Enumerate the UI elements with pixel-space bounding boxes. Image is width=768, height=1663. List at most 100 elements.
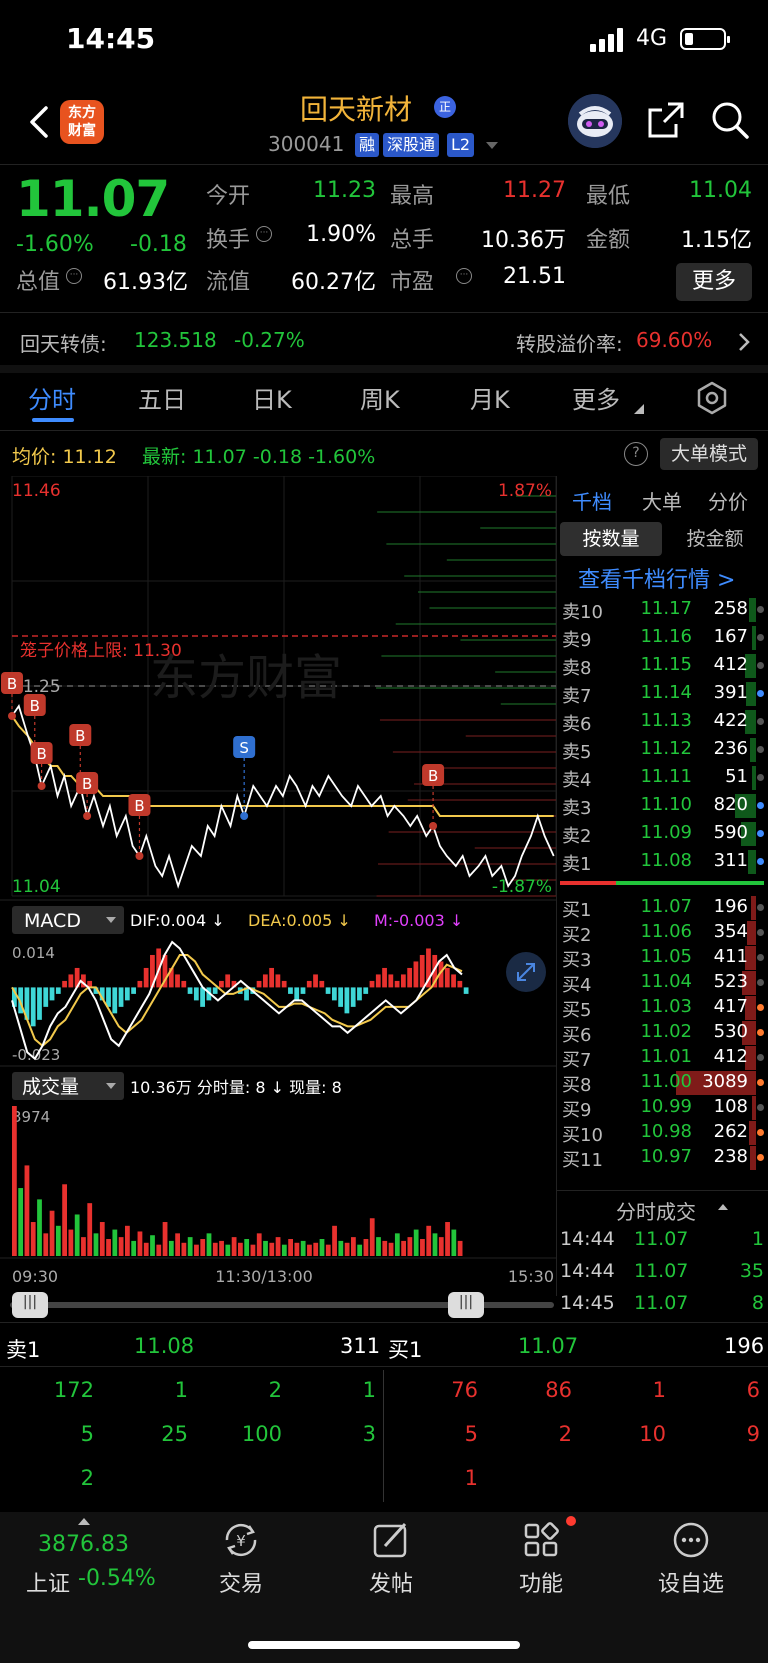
ask-row[interactable]: 卖6 11.13 422 bbox=[560, 708, 768, 736]
slider-handle-left[interactable] bbox=[12, 1292, 48, 1318]
nav-post[interactable]: 发帖 bbox=[336, 1518, 446, 1598]
back-button[interactable] bbox=[20, 100, 60, 144]
qty-bar bbox=[749, 598, 756, 622]
robot-assistant-icon[interactable] bbox=[568, 94, 622, 148]
info-dots-icon[interactable]: ··· bbox=[256, 226, 272, 242]
chevron-down-icon[interactable] bbox=[486, 142, 498, 149]
macd-hist-bar bbox=[300, 987, 306, 994]
zheng-badge: 正 bbox=[434, 96, 456, 118]
bid-row[interactable]: 买10 10.98 262 bbox=[560, 1119, 768, 1147]
macd-hist-bar bbox=[331, 987, 337, 1001]
bond-label[interactable]: 回天转债: bbox=[20, 328, 107, 357]
pct-axis-top: 1.87% bbox=[498, 481, 552, 501]
bid-row[interactable]: 买9 10.99 108 bbox=[560, 1094, 768, 1122]
level-qty: 412 bbox=[713, 654, 748, 675]
by-quantity-toggle[interactable]: 按数量 bbox=[560, 522, 662, 556]
index-change[interactable]: -0.54% bbox=[78, 1566, 156, 1591]
tab-depth-1000[interactable]: 千档 bbox=[572, 486, 612, 515]
share-icon[interactable] bbox=[646, 100, 686, 140]
index-name[interactable]: 上证 bbox=[26, 1566, 70, 1598]
gear-icon[interactable] bbox=[694, 380, 730, 416]
macd-hist-bar bbox=[256, 980, 262, 988]
ask-row[interactable]: 卖3 11.10 820 bbox=[560, 792, 768, 820]
ask-row[interactable]: 卖4 11.11 51 bbox=[560, 764, 768, 792]
tick-row: 14:45 11.07 8 bbox=[560, 1292, 764, 1322]
index-value[interactable]: 3876.83 bbox=[38, 1532, 129, 1557]
ask-row[interactable]: 卖10 11.17 258 bbox=[560, 596, 768, 624]
big-order-mode-button[interactable]: 大单模式 bbox=[660, 438, 758, 470]
volume-bar bbox=[238, 1242, 243, 1256]
volume-bar bbox=[407, 1237, 413, 1256]
level-qty: 590 bbox=[713, 822, 748, 843]
level-qty: 523 bbox=[713, 971, 748, 992]
nav-add-watchlist[interactable]: 设自选 bbox=[636, 1518, 746, 1598]
tab-daily-k[interactable]: 日K bbox=[252, 380, 292, 415]
bid-row[interactable]: 买11 10.97 238 bbox=[560, 1144, 768, 1172]
divider bbox=[0, 1322, 768, 1323]
bid-row[interactable]: 买3 11.05 411 bbox=[560, 944, 768, 972]
macd-hist-bar bbox=[413, 961, 419, 988]
quote-field-label: 最低 bbox=[586, 184, 631, 209]
view-depth-link[interactable]: 查看千档行情 > bbox=[578, 562, 735, 594]
tab-big-orders[interactable]: 大单 bbox=[642, 486, 682, 515]
volume-bar bbox=[351, 1237, 356, 1256]
search-icon[interactable] bbox=[710, 100, 750, 140]
bid-row[interactable]: 买1 11.07 196 bbox=[560, 894, 768, 922]
nav-trade[interactable]: ¥ 交易 bbox=[186, 1518, 296, 1598]
level-price: 11.15 bbox=[640, 654, 692, 675]
intraday-chart[interactable]: 笼子价格上限: 11.30东方财富11.46 1.87%11.2511.04 -1.… bbox=[0, 476, 556, 1306]
grid-icon bbox=[524, 1522, 559, 1557]
home-indicator[interactable] bbox=[248, 1641, 520, 1649]
level-qty: 354 bbox=[713, 921, 748, 942]
ask-row[interactable]: 卖5 11.12 236 bbox=[560, 736, 768, 764]
ask-row[interactable]: 卖7 11.14 391 bbox=[560, 680, 768, 708]
help-icon[interactable]: ? bbox=[624, 442, 648, 466]
stock-name[interactable]: 回天新材 bbox=[300, 88, 412, 128]
tab-intraday[interactable]: 分时 bbox=[28, 380, 76, 415]
tab-five-day[interactable]: 五日 bbox=[138, 380, 186, 415]
chevron-up-icon[interactable] bbox=[78, 1518, 90, 1525]
bid-row[interactable]: 买7 11.01 412 bbox=[560, 1044, 768, 1072]
bid-row[interactable]: 买5 11.03 417 bbox=[560, 994, 768, 1022]
chevron-right-icon[interactable] bbox=[736, 332, 752, 352]
level-price: 11.02 bbox=[640, 1021, 692, 1042]
more-button[interactable]: 更多 bbox=[676, 263, 752, 301]
bid-row[interactable]: 买8 11.00 3089 bbox=[560, 1069, 768, 1097]
level-label: 卖1 bbox=[562, 854, 592, 875]
volume-bar bbox=[338, 1240, 344, 1256]
tab-weekly-k[interactable]: 周K bbox=[360, 380, 400, 415]
level-dot bbox=[757, 1004, 764, 1011]
tick-trades-title[interactable]: 分时成交 bbox=[616, 1196, 696, 1225]
slider-handle-right[interactable] bbox=[448, 1292, 484, 1318]
level-qty: 258 bbox=[713, 598, 748, 619]
tab-price-distribution[interactable]: 分价 bbox=[708, 486, 748, 515]
ask-row[interactable]: 卖8 11.15 412 bbox=[560, 652, 768, 680]
level-label: 卖6 bbox=[562, 714, 592, 735]
macd-hist-bar bbox=[394, 980, 400, 988]
volume-bar bbox=[162, 1222, 168, 1256]
divider bbox=[556, 476, 557, 1296]
volume-bar bbox=[281, 1244, 287, 1256]
quote-field-label: 今开 bbox=[206, 184, 251, 209]
tab-monthly-k[interactable]: 月K bbox=[470, 380, 510, 415]
macd-hist-bar bbox=[37, 987, 42, 1020]
divider bbox=[0, 164, 768, 165]
ask-row[interactable]: 卖9 11.16 167 bbox=[560, 624, 768, 652]
volume-selector-label: 成交量 bbox=[22, 1076, 79, 1098]
bid-row[interactable]: 买4 11.04 523 bbox=[560, 969, 768, 997]
info-dots-icon[interactable]: ··· bbox=[456, 268, 472, 284]
bid-row[interactable]: 买6 11.02 530 bbox=[560, 1019, 768, 1047]
quote-field-value: 11.23 bbox=[313, 178, 376, 203]
chevron-up-icon[interactable] bbox=[718, 1204, 728, 1210]
tab-more[interactable]: 更多 bbox=[572, 380, 620, 415]
by-amount-toggle[interactable]: 按金额 bbox=[666, 522, 764, 556]
info-dots-icon[interactable]: ··· bbox=[66, 268, 82, 284]
quote-field-value: 1.15亿 bbox=[681, 228, 752, 253]
ask-row[interactable]: 卖2 11.09 590 bbox=[560, 820, 768, 848]
macd-hist-bar bbox=[382, 967, 387, 988]
qty-bar bbox=[751, 896, 756, 920]
ask-row[interactable]: 卖1 11.08 311 bbox=[560, 848, 768, 876]
bid-row[interactable]: 买2 11.06 354 bbox=[560, 919, 768, 947]
nav-functions[interactable]: 功能 bbox=[486, 1518, 596, 1598]
quote-field-value: 61.93亿 bbox=[103, 270, 188, 295]
